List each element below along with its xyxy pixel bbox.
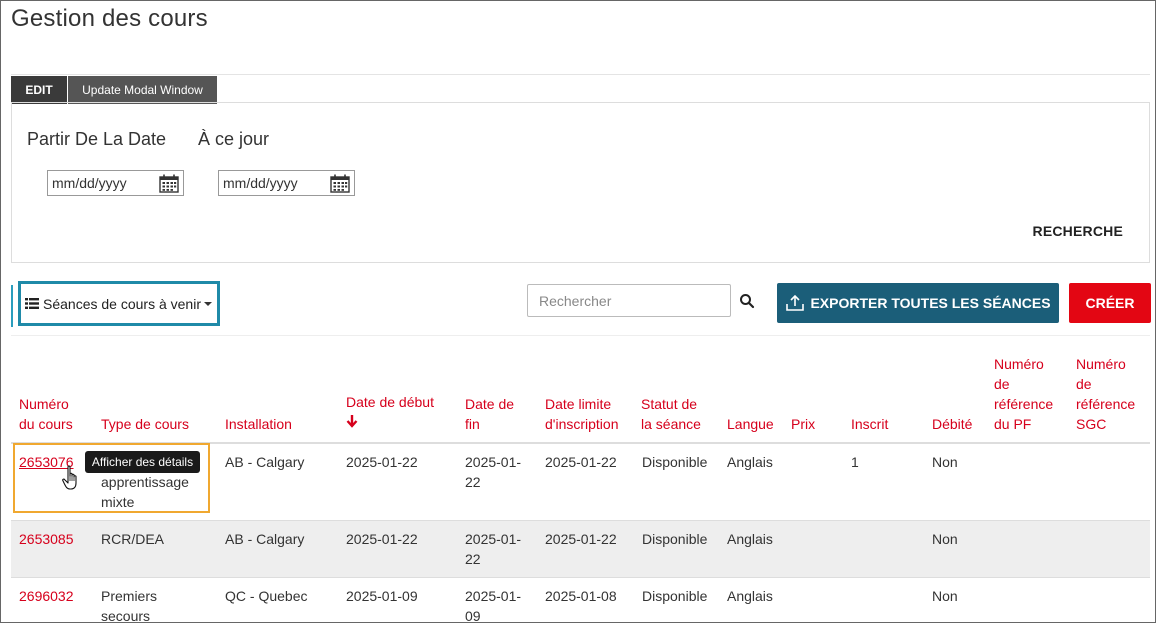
search-icon[interactable] [739,293,755,309]
header-start-date-label: Date de début [346,394,434,410]
header-pf-line: Numéro [994,356,1044,372]
start-date-cell: 2025-01-22 [346,454,418,470]
header-pf-line: de [994,376,1010,392]
course-type-cell: Premiers secours [101,586,158,623]
debited-cell: Non [932,454,958,470]
search-placeholder: Rechercher [539,292,612,309]
end-date-line: 2025-01- [465,454,522,470]
end-date-line: 2025-01- [465,588,522,604]
end-date-label: À ce jour [198,129,270,149]
installation-cell: AB - Calgary [225,454,305,470]
toolbar-accent-line [11,285,13,327]
deadline-cell: 2025-01-22 [545,454,617,470]
end-date-placeholder: mm/dd/yyyy [223,175,298,191]
start-date-cell: 2025-01-09 [346,588,418,604]
debited-cell: Non [932,588,958,604]
list-icon [25,298,39,309]
start-date-input[interactable]: mm/dd/yyyy [47,170,184,196]
start-date-cell: 2025-01-22 [346,531,418,547]
sort-down-arrow-icon [346,415,358,428]
header-language[interactable]: Langue [727,414,774,434]
upload-icon [786,294,805,311]
end-date-input[interactable]: mm/dd/yyyy [218,170,355,196]
debited-cell: Non [932,531,958,547]
header-deadline-line: Date limite [545,396,612,412]
calendar-icon[interactable] [159,174,179,193]
installation-cell: QC - Quebec [225,588,308,604]
end-date-line: 2025-01- [465,531,522,547]
header-deadline-line: d'inscription [545,416,619,432]
deadline-cell: 2025-01-22 [545,531,617,547]
end-date-line: 09 [465,608,481,623]
language-cell: Anglais [727,531,773,547]
header-sgc-reference[interactable]: Numéro de référence SGC [1076,354,1135,434]
view-selector-dropdown[interactable]: Séances de cours à venir [18,281,220,326]
end-date-cell: 2025-01- 22 [465,529,521,569]
tab-bar: EDIT Update Modal Window [11,74,1150,104]
header-course-number-line: du cours [19,416,73,432]
language-cell: Anglais [727,454,773,470]
chevron-down-icon [203,301,212,306]
page-title: Gestion des cours [11,5,208,32]
search-button[interactable]: RECHERCHE [1033,223,1123,239]
course-type-line: Premiers [101,588,158,604]
header-end-date-line: fin [465,416,480,432]
header-debited[interactable]: Débité [932,414,972,434]
course-type-line: secours [101,608,151,623]
header-end-date[interactable]: Date de fin [465,394,514,434]
header-sgc-line: de [1076,376,1092,392]
start-date-placeholder: mm/dd/yyyy [52,175,127,191]
header-registered[interactable]: Inscrit [851,414,888,434]
tab-update-modal-window[interactable]: Update Modal Window [68,76,217,104]
app-frame: Gestion des cours EDIT Update Modal Wind… [0,0,1156,623]
installation-cell: AB - Calgary [225,531,305,547]
header-installation[interactable]: Installation [225,414,292,434]
export-all-sessions-button[interactable]: EXPORTER TOUTES LES SÉANCES [777,283,1059,323]
header-course-number[interactable]: Numéro du cours [19,394,73,434]
language-cell: Anglais [727,588,773,604]
header-course-number-line: Numéro [19,396,69,412]
status-cell: Disponible [642,588,708,604]
header-status-line: la séance [641,416,701,432]
course-type-line: RCR/DEA [101,531,165,547]
header-session-status[interactable]: Statut de la séance [641,394,701,434]
header-status-line: Statut de [641,396,698,412]
create-button[interactable]: CRÉER [1069,283,1151,323]
end-date-cell: 2025-01- 09 [465,586,522,623]
course-type-cell: RCR/DEA [101,529,164,549]
header-start-date[interactable]: Date de début [346,392,434,429]
table-top-border [11,335,1150,336]
header-sgc-line: SGC [1076,416,1107,432]
header-pf-line: du PF [994,416,1032,432]
view-selector-label: Séances de cours à venir [43,295,201,312]
table-row: 2653085 RCR/DEA AB - Calgary 2025-01-22 … [11,520,1150,577]
end-date-line: 22 [465,474,481,490]
export-label: EXPORTER TOUTES LES SÉANCES [810,295,1051,311]
status-cell: Disponible [642,531,708,547]
search-input[interactable]: Rechercher [527,284,731,317]
start-date-label: Partir De La Date [27,129,167,149]
table-row: 2696032 Premiers secours QC - Quebec 202… [11,577,1150,623]
tab-edit[interactable]: EDIT [11,76,67,104]
header-registration-deadline[interactable]: Date limite d'inscription [545,394,619,434]
header-pf-line: référence [994,396,1054,412]
date-filter-panel: Partir De La Date À ce jour mm/dd/yyyy m… [11,102,1150,263]
header-price[interactable]: Prix [791,414,815,434]
deadline-cell: 2025-01-08 [545,588,617,604]
header-pf-reference[interactable]: Numéro de référence du PF [994,354,1053,434]
status-cell: Disponible [642,454,708,470]
course-number-link[interactable]: 2696032 [19,586,74,606]
header-sgc-line: Numéro [1076,356,1126,372]
header-course-type[interactable]: Type de cours [101,414,189,434]
registered-cell: 1 [851,454,859,470]
details-tooltip: Afficher des détails [85,451,200,473]
hand-pointer-icon [62,465,77,490]
course-number-link[interactable]: 2653085 [19,529,74,549]
end-date-line: 22 [465,551,481,567]
end-date-cell: 2025-01- 22 [465,452,521,492]
calendar-icon[interactable] [330,174,350,193]
header-end-date-line: Date de [465,396,515,412]
header-sgc-line: référence [1076,396,1136,412]
